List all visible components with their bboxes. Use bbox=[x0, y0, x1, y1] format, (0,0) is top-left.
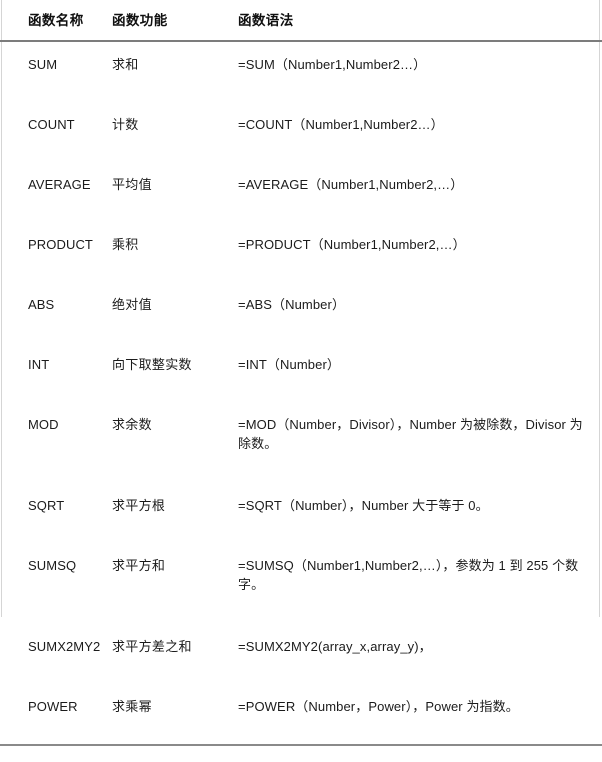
cell-function-purpose: 求和 bbox=[112, 57, 139, 72]
table-body: SUM 求和 =SUM（Number1,Number2…） COUNT 计数 =… bbox=[0, 41, 602, 762]
table-bottom-rule-cell bbox=[0, 744, 602, 762]
cell-function-name: POWER bbox=[28, 699, 78, 714]
table-row: SUMSQ 求平方和 =SUMSQ（Number1,Number2,…），参数为… bbox=[0, 543, 602, 624]
cell-function-name: MOD bbox=[28, 417, 59, 432]
table-row: SUM 求和 =SUM（Number1,Number2…） bbox=[0, 41, 602, 102]
column-header-function-purpose: 函数功能 bbox=[103, 0, 236, 42]
cell-function-syntax: =ABS（Number） bbox=[238, 297, 346, 312]
cell-function-name: SQRT bbox=[28, 498, 65, 513]
cell-function-name: INT bbox=[28, 357, 50, 372]
table-row: COUNT 计数 =COUNT（Number1,Number2…） bbox=[0, 102, 602, 162]
cell-function-name: SUMX2MY2 bbox=[28, 639, 101, 654]
cell-function-purpose: 求平方差之和 bbox=[112, 639, 192, 654]
cell-function-syntax: =SUM（Number1,Number2…） bbox=[238, 57, 427, 72]
table-header-row: 函数名称 函数功能 函数语法 bbox=[0, 0, 602, 42]
column-header-function-syntax: 函数语法 bbox=[236, 0, 602, 42]
cell-function-purpose: 求余数 bbox=[112, 417, 152, 432]
table-row: PRODUCT 乘积 =PRODUCT（Number1,Number2,…） bbox=[0, 222, 602, 282]
cell-function-purpose: 绝对值 bbox=[112, 297, 152, 312]
cell-function-name: PRODUCT bbox=[28, 237, 93, 252]
cell-function-syntax: =COUNT（Number1,Number2…） bbox=[238, 117, 444, 132]
cell-function-name: COUNT bbox=[28, 117, 75, 132]
column-header-function-name: 函数名称 bbox=[0, 0, 103, 42]
cell-function-syntax: =MOD（Number，Divisor），Number 为被除数，Divisor… bbox=[238, 417, 583, 451]
cell-function-name: AVERAGE bbox=[28, 177, 91, 192]
cell-function-purpose: 平均值 bbox=[112, 177, 152, 192]
cell-function-purpose: 求乘幂 bbox=[112, 699, 152, 714]
table-row: ABS 绝对值 =ABS（Number） bbox=[0, 282, 602, 342]
cell-function-syntax: =INT（Number） bbox=[238, 357, 340, 372]
cell-function-name: ABS bbox=[28, 297, 55, 312]
function-reference-page: 函数名称 函数功能 函数语法 SUM 求和 =SUM（Number1,Numbe… bbox=[0, 0, 602, 762]
cell-function-syntax: =SQRT（Number），Number 大于等于 0。 bbox=[238, 498, 489, 513]
table-row: SQRT 求平方根 =SQRT（Number），Number 大于等于 0。 bbox=[0, 483, 602, 543]
table-bottom-rule bbox=[0, 744, 602, 762]
cell-function-name: SUM bbox=[28, 57, 58, 72]
table-row: INT 向下取整实数 =INT（Number） bbox=[0, 342, 602, 402]
cell-function-purpose: 求平方根 bbox=[112, 498, 166, 513]
table-row: POWER 求乘幂 =POWER（Number，Power），Power 为指数… bbox=[0, 684, 602, 745]
cell-function-syntax: =SUMX2MY2(array_x,array_y)， bbox=[238, 639, 432, 654]
excel-function-table: 函数名称 函数功能 函数语法 SUM 求和 =SUM（Number1,Numbe… bbox=[0, 0, 602, 762]
cell-function-purpose: 乘积 bbox=[112, 237, 139, 252]
cell-function-syntax: =AVERAGE（Number1,Number2,…） bbox=[238, 177, 464, 192]
cell-function-syntax: =POWER（Number，Power），Power 为指数。 bbox=[238, 699, 519, 714]
table-row: SUMX2MY2 求平方差之和 =SUMX2MY2(array_x,array_… bbox=[0, 624, 602, 684]
table-row: MOD 求余数 =MOD（Number，Divisor），Number 为被除数… bbox=[0, 402, 602, 483]
cell-function-purpose: 计数 bbox=[112, 117, 139, 132]
cell-function-name: SUMSQ bbox=[28, 558, 77, 573]
table-header: 函数名称 函数功能 函数语法 bbox=[0, 0, 602, 42]
cell-function-purpose: 向下取整实数 bbox=[112, 357, 192, 372]
cell-function-syntax: =PRODUCT（Number1,Number2,…） bbox=[238, 237, 466, 252]
cell-function-syntax: =SUMSQ（Number1,Number2,…），参数为 1 到 255 个数… bbox=[238, 558, 579, 592]
cell-function-purpose: 求平方和 bbox=[112, 558, 166, 573]
table-row: AVERAGE 平均值 =AVERAGE（Number1,Number2,…） bbox=[0, 162, 602, 222]
